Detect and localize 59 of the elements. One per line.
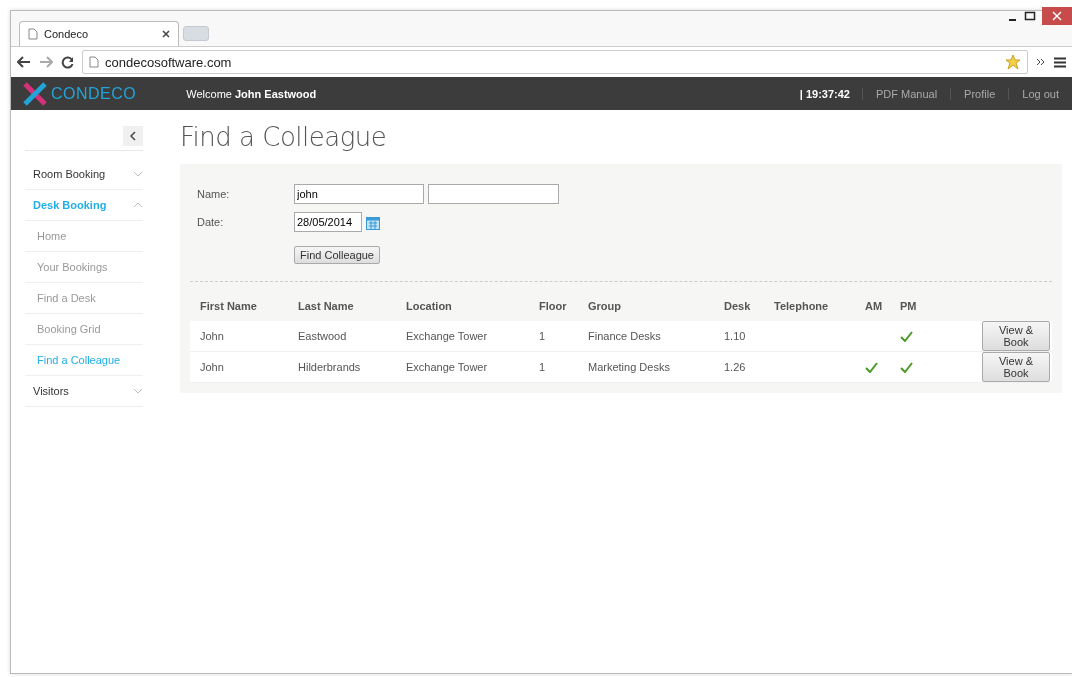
column-header: Telephone (774, 300, 829, 312)
browser-tab[interactable]: Condeco (19, 21, 179, 46)
first-name-field[interactable]: john (294, 184, 424, 204)
close-icon[interactable] (1042, 7, 1072, 25)
column-header: Last Name (298, 300, 354, 312)
reload-icon[interactable] (61, 55, 74, 69)
chevron-up-icon (133, 202, 143, 208)
close-icon[interactable] (162, 30, 170, 38)
back-arrow-icon[interactable] (17, 56, 31, 68)
table-cell: 1 (539, 330, 546, 342)
sidebar-section[interactable]: Visitors (25, 376, 143, 407)
table-cell: 1.26 (724, 361, 746, 373)
table-cell: Finance Desks (588, 330, 661, 342)
view-book-button[interactable]: View & Book (982, 321, 1050, 351)
date-field[interactable]: 28/05/2014 (294, 212, 362, 232)
chevron-down-icon (133, 388, 143, 394)
header-link[interactable]: PDF Manual (862, 87, 952, 100)
table-cell: John (200, 361, 224, 373)
column-header: Group (588, 300, 621, 312)
menu-icon[interactable] (1054, 56, 1066, 68)
table-cell: 1 (539, 361, 546, 373)
collapse-button[interactable] (123, 126, 143, 146)
extensions-icon[interactable] (1036, 57, 1046, 67)
chevron-left-icon (130, 131, 136, 141)
table-cell: Hilderbrands (298, 361, 361, 373)
table-cell: Marketing Desks (588, 361, 670, 373)
field-label: Date: (197, 216, 225, 228)
table-cell: Eastwood (298, 330, 347, 342)
table-cell: John (200, 330, 224, 342)
welcome-text: Welcome John Eastwood (186, 87, 317, 100)
column-header: AM (865, 300, 883, 312)
header-link[interactable]: Log out (1009, 87, 1072, 100)
column-header: Location (406, 300, 452, 312)
page-title: Find a Colleague (180, 122, 388, 152)
check-icon (900, 330, 913, 342)
view-book-button[interactable]: View & Book (982, 352, 1050, 382)
logo-icon (23, 81, 47, 106)
clock-text: | 19:37:42 (799, 87, 863, 100)
sidebar-section[interactable]: Room Booking (25, 159, 143, 190)
column-header: First Name (200, 300, 257, 312)
check-icon (900, 361, 913, 373)
chevron-down-icon (133, 171, 143, 177)
calendar-icon[interactable] (366, 214, 380, 230)
column-header: Desk (724, 300, 751, 312)
column-header: Floor (539, 300, 567, 312)
table-cell: Exchange Tower (406, 330, 488, 342)
page-icon (89, 56, 99, 68)
page-icon (28, 28, 38, 40)
logo-text: CONDECO (51, 84, 137, 103)
check-icon (865, 361, 878, 373)
table-cell: Exchange Tower (406, 361, 488, 373)
header-link[interactable]: Profile (951, 87, 1010, 100)
column-header: PM (900, 300, 917, 312)
find-colleague-button[interactable]: Find Colleague (294, 246, 380, 264)
star-icon[interactable] (1005, 54, 1021, 70)
table-cell: 1.10 (724, 330, 746, 342)
field-label: Name: (197, 188, 231, 200)
address-bar[interactable]: condecosoftware.com (82, 50, 1028, 74)
last-name-field[interactable] (428, 184, 559, 204)
